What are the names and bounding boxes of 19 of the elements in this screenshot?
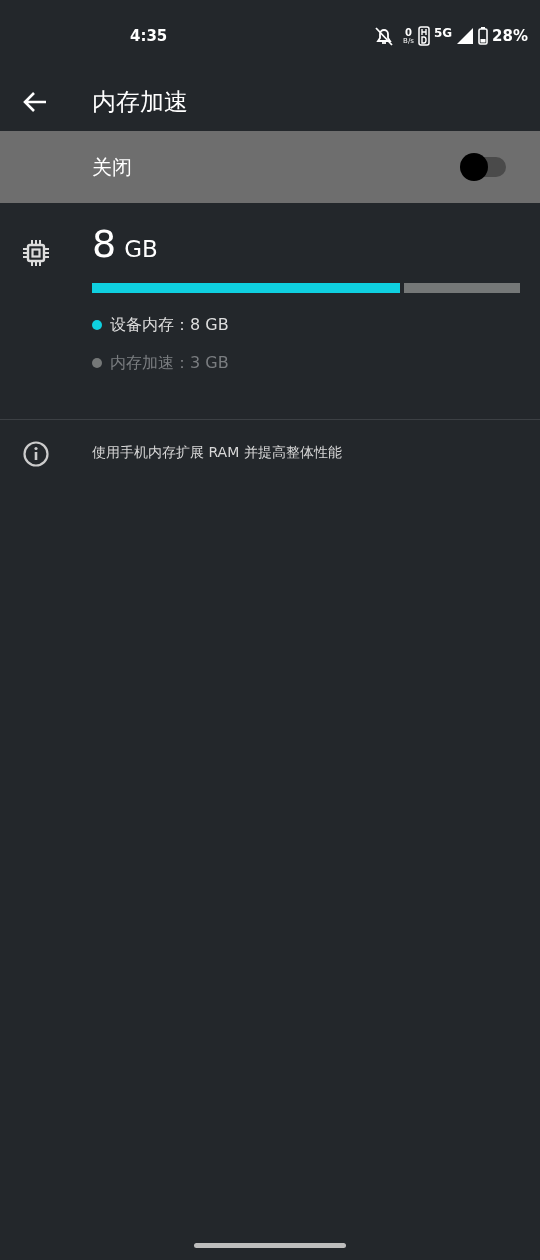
signal-icon bbox=[456, 27, 475, 45]
hd-icon bbox=[417, 26, 430, 46]
muted-bell-icon bbox=[373, 26, 396, 46]
info-icon bbox=[22, 439, 50, 468]
screen-title: 内存加速 bbox=[92, 87, 188, 118]
legend-label: 设备内存：8 GB bbox=[110, 313, 229, 336]
speed-value: 0 bbox=[405, 27, 412, 38]
switch-label: 关闭 bbox=[92, 154, 132, 181]
back-button[interactable] bbox=[22, 91, 48, 113]
battery-percent: 28% bbox=[492, 25, 528, 47]
memory-unit: GB bbox=[124, 235, 158, 264]
info-text: 使用手机内存扩展 RAM 并提高整体性能 bbox=[92, 442, 342, 462]
memory-total: 8 bbox=[92, 225, 117, 263]
network-type: 5G bbox=[433, 25, 453, 42]
legend-label: 内存加速：3 GB bbox=[110, 351, 229, 374]
chip-icon bbox=[22, 239, 50, 267]
clock-time: 4:35 bbox=[130, 25, 168, 47]
switch-bar[interactable]: 关闭 bbox=[0, 131, 540, 203]
battery-icon bbox=[478, 27, 489, 45]
